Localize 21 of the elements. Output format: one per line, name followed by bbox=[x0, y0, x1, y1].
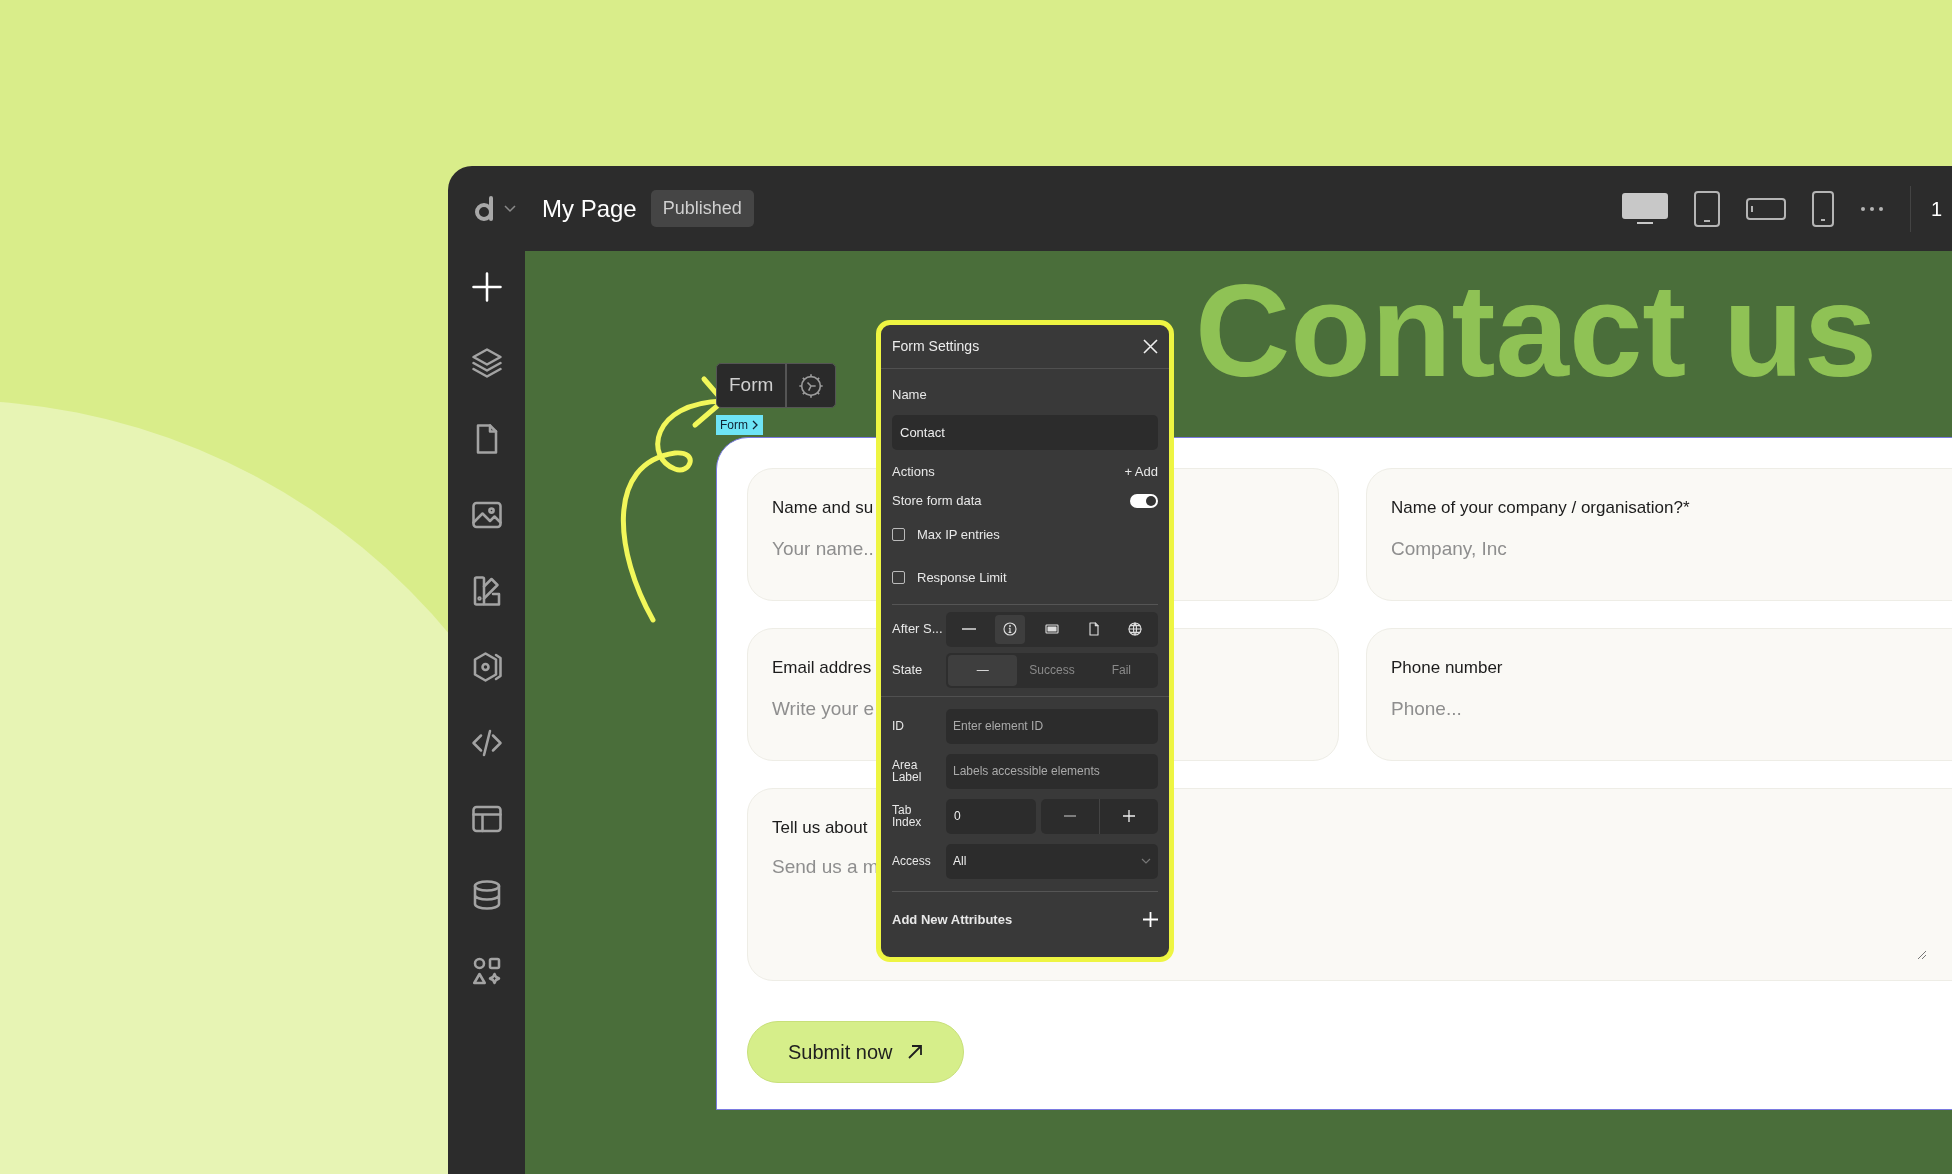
store-form-data-label: Store form data bbox=[892, 492, 982, 510]
status-badge: Published bbox=[650, 190, 754, 227]
checkbox-label: Max IP entries bbox=[917, 525, 1000, 544]
field-label: Name of your company / organisation?* bbox=[1391, 497, 1690, 519]
field-label: Tell us about bbox=[772, 817, 868, 839]
panel-title: Form Settings bbox=[892, 337, 980, 356]
field-label: Name and su bbox=[772, 497, 874, 519]
name-label: Name bbox=[892, 386, 928, 404]
page-title: My Page bbox=[542, 193, 637, 224]
add-attributes-label: Add New Attributes bbox=[892, 910, 1013, 929]
field-label: ID bbox=[892, 720, 905, 732]
field-label: Access bbox=[892, 855, 932, 867]
page-heading: Contact us bbox=[1195, 265, 1878, 397]
field-label: Tab Index bbox=[892, 804, 923, 828]
checkbox-label: Response Limit bbox=[917, 569, 1007, 587]
actions-label: Actions bbox=[892, 462, 935, 481]
field-label: Area Label bbox=[892, 759, 923, 783]
field-label: Phone number bbox=[1391, 657, 1503, 679]
field-label: Email addres bbox=[772, 657, 872, 679]
after-submit-label: After S... bbox=[892, 620, 944, 639]
state-label: State bbox=[892, 661, 924, 680]
